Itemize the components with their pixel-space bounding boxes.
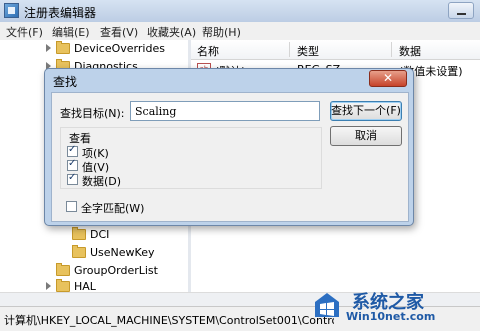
menu-view[interactable]: 查看(V) xyxy=(100,24,138,40)
tree-item-label: GroupOrderList xyxy=(74,264,158,277)
close-button[interactable]: ✕ xyxy=(369,70,407,87)
status-path: 计算机\HKEY_LOCAL_MACHINE\SYSTEM\ControlSet… xyxy=(4,314,334,327)
folder-icon xyxy=(56,263,70,276)
watermark-logo-icon xyxy=(315,293,339,317)
data-checkbox[interactable] xyxy=(67,172,78,185)
list-header: 名称 类型 数据 xyxy=(191,40,480,60)
expand-arrow-icon[interactable] xyxy=(46,44,51,52)
menu-file[interactable]: 文件(F) xyxy=(6,24,43,40)
tree-item-label: DeviceOverrides xyxy=(74,42,165,55)
registry-editor-window: 注册表编辑器 文件(F) 编辑(E) 查看(V) 收藏夹(A) 帮助(H) De… xyxy=(0,0,480,331)
option-label: 数据(D) xyxy=(82,175,122,188)
tree-item-label: HAL xyxy=(74,280,96,292)
title-bar: 注册表编辑器 xyxy=(0,0,480,23)
find-what-input[interactable] xyxy=(130,101,320,121)
minimize-button[interactable] xyxy=(448,2,474,19)
folder-icon xyxy=(72,227,86,240)
tree-item[interactable]: DeviceOverrides xyxy=(0,40,188,58)
tree-item[interactable]: DCI xyxy=(0,226,188,244)
tree-item-label: UseNewKey xyxy=(90,246,155,259)
folder-icon xyxy=(56,41,70,54)
find-dialog: 查找 ✕ 查找目标(N): 查找下一个(F) 取消 查看 项(K) 值(V) 数… xyxy=(44,68,414,226)
expand-arrow-icon[interactable] xyxy=(46,282,51,290)
menu-edit[interactable]: 编辑(E) xyxy=(52,24,90,40)
watermark-subtitle: Win10net.com xyxy=(346,310,436,323)
column-name-header[interactable]: 名称 xyxy=(197,43,219,59)
look-at-group: 查看 项(K) 值(V) 数据(D) xyxy=(60,127,322,189)
regedit-icon xyxy=(4,3,19,18)
site-watermark: 系统之家 Win10net.com xyxy=(312,286,478,326)
menu-favorites[interactable]: 收藏夹(A) xyxy=(147,24,196,40)
tree-item[interactable]: UseNewKey xyxy=(0,244,188,262)
column-divider[interactable] xyxy=(391,42,392,57)
cancel-button[interactable]: 取消 xyxy=(330,126,402,146)
match-whole-checkbox[interactable] xyxy=(66,201,77,212)
column-type-header[interactable]: 类型 xyxy=(297,43,319,59)
find-what-label: 查找目标(N): xyxy=(60,107,125,120)
dialog-title: 查找 xyxy=(53,75,78,89)
column-data-header[interactable]: 数据 xyxy=(399,43,421,59)
folder-icon xyxy=(56,279,70,292)
values-checkbox[interactable] xyxy=(67,158,78,171)
window-title: 注册表编辑器 xyxy=(24,6,97,20)
find-next-button[interactable]: 查找下一个(F) xyxy=(330,101,402,121)
menu-help[interactable]: 帮助(H) xyxy=(202,24,241,40)
dialog-body: 查找目标(N): 查找下一个(F) 取消 查看 项(K) 值(V) 数据(D) xyxy=(51,92,409,222)
column-divider[interactable] xyxy=(289,42,290,57)
folder-icon xyxy=(72,245,86,258)
option-label: 全字匹配(W) xyxy=(81,202,145,215)
tree-item-label: DCI xyxy=(90,228,110,241)
keys-checkbox[interactable] xyxy=(67,144,78,157)
menu-bar: 文件(F) 编辑(E) 查看(V) 收藏夹(A) 帮助(H) xyxy=(0,22,480,41)
tree-item[interactable]: HAL xyxy=(0,278,188,292)
